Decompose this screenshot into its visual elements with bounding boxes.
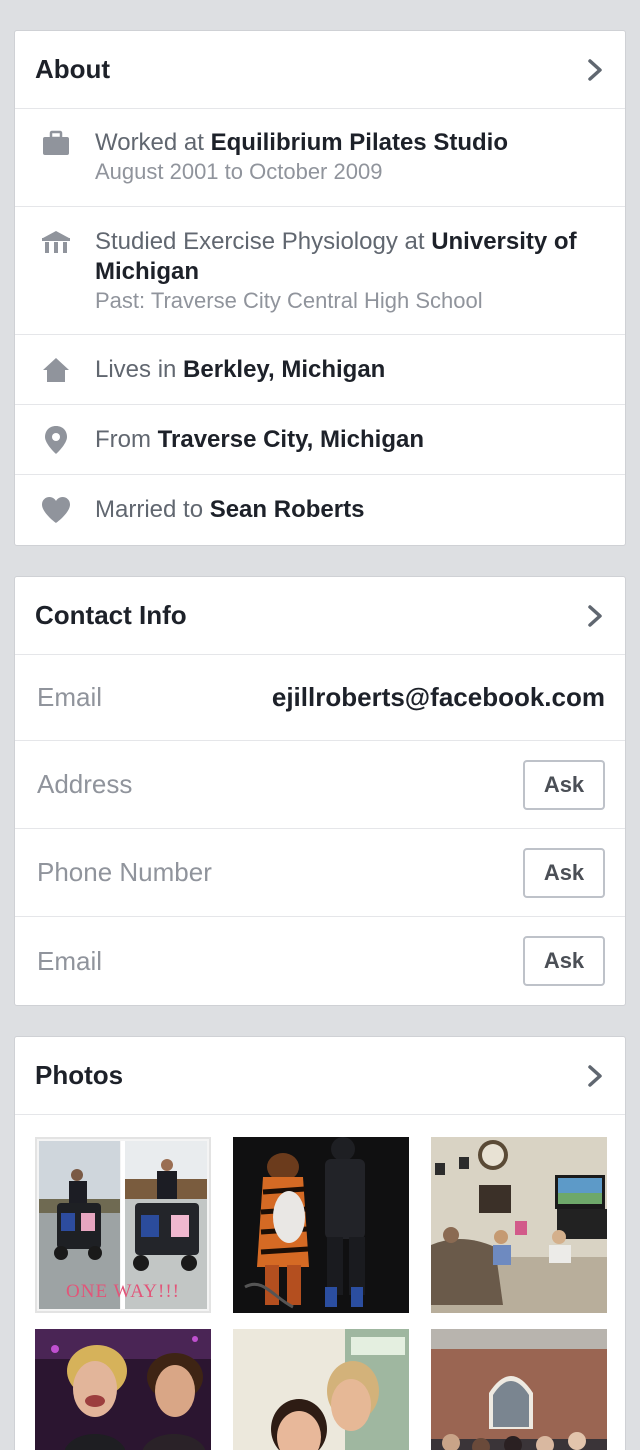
education-prefix: Studied Exercise Physiology at [95,228,432,255]
from-place[interactable]: Traverse City, Michigan [158,426,424,453]
briefcase-icon [41,128,71,158]
married-person[interactable]: Sean Roberts [210,496,365,523]
photos-grid: ONE WAY!!! [15,1115,625,1450]
contact-phone-row: Phone Number Ask [15,829,625,917]
photo-thumbnail-stroller-collage[interactable]: ONE WAY!!! [35,1137,211,1313]
contact-header[interactable]: Contact Info [15,577,625,655]
contact-card: Contact Info Email ejillroberts@facebook… [14,576,626,1006]
lives-place[interactable]: Berkley, Michigan [183,356,385,383]
photos-header[interactable]: Photos [15,1037,625,1115]
home-icon [41,355,71,385]
work-dates: August 2001 to October 2009 [95,159,383,184]
about-from-text: From Traverse City, Michigan [95,425,424,455]
contact-title: Contact Info [35,600,187,630]
about-work-row[interactable]: Worked at Equilibrium Pilates Studio Aug… [15,109,625,207]
email-ask-label: Email [37,945,103,976]
education-past: Past: Traverse City Central High School [95,288,483,313]
photo-thumbnail-living-room[interactable] [431,1137,607,1313]
address-label: Address [37,769,133,799]
work-prefix: Worked at [95,129,211,156]
ask-phone-button[interactable]: Ask [523,847,605,898]
contact-email-ask-row: Email Ask [15,917,625,1005]
about-title: About [35,54,111,84]
photos-title: Photos [35,1060,124,1090]
chevron-right-icon[interactable] [585,1064,605,1088]
chevron-right-icon[interactable] [585,58,605,82]
photo-thumbnail-friends[interactable] [233,1329,409,1450]
location-pin-icon [41,425,71,455]
about-from-row[interactable]: From Traverse City, Michigan [15,405,625,475]
photo-thumbnail-costumes[interactable] [233,1137,409,1313]
about-education-row[interactable]: Studied Exercise Physiology at Universit… [15,207,625,335]
about-married-text: Married to Sean Roberts [95,495,364,525]
heart-icon [41,495,71,525]
about-lives-row[interactable]: Lives in Berkley, Michigan [15,335,625,405]
email-value[interactable]: ejillroberts@facebook.com [272,682,605,713]
about-education-text: Studied Exercise Physiology at Universit… [95,227,605,315]
chevron-right-icon[interactable] [585,604,605,628]
contact-email-row: Email ejillroberts@facebook.com [15,655,625,741]
about-card: About Worked at Equilibrium Pilates Stud… [14,30,626,546]
about-lives-text: Lives in Berkley, Michigan [95,355,385,385]
school-icon [41,227,71,257]
ask-address-button[interactable]: Ask [523,759,605,810]
photo-thumbnail-event-hall[interactable] [431,1329,607,1450]
from-prefix: From [95,425,158,453]
about-work-text: Worked at Equilibrium Pilates Studio Aug… [95,128,508,186]
lives-prefix: Lives in [95,355,184,383]
work-place[interactable]: Equilibrium Pilates Studio [211,129,508,156]
phone-label: Phone Number [37,857,212,887]
email-label: Email [37,682,103,712]
about-header[interactable]: About [15,31,625,109]
about-married-row[interactable]: Married to Sean Roberts [15,475,625,545]
photo-thumbnail-party[interactable] [35,1329,211,1450]
photo-caption: ONE WAY!!! [66,1281,180,1302]
photos-card: Photos ONE WAY!!! [14,1036,626,1450]
ask-email-button[interactable]: Ask [523,936,605,986]
married-prefix: Married to [95,496,210,523]
contact-address-row: Address Ask [15,741,625,829]
